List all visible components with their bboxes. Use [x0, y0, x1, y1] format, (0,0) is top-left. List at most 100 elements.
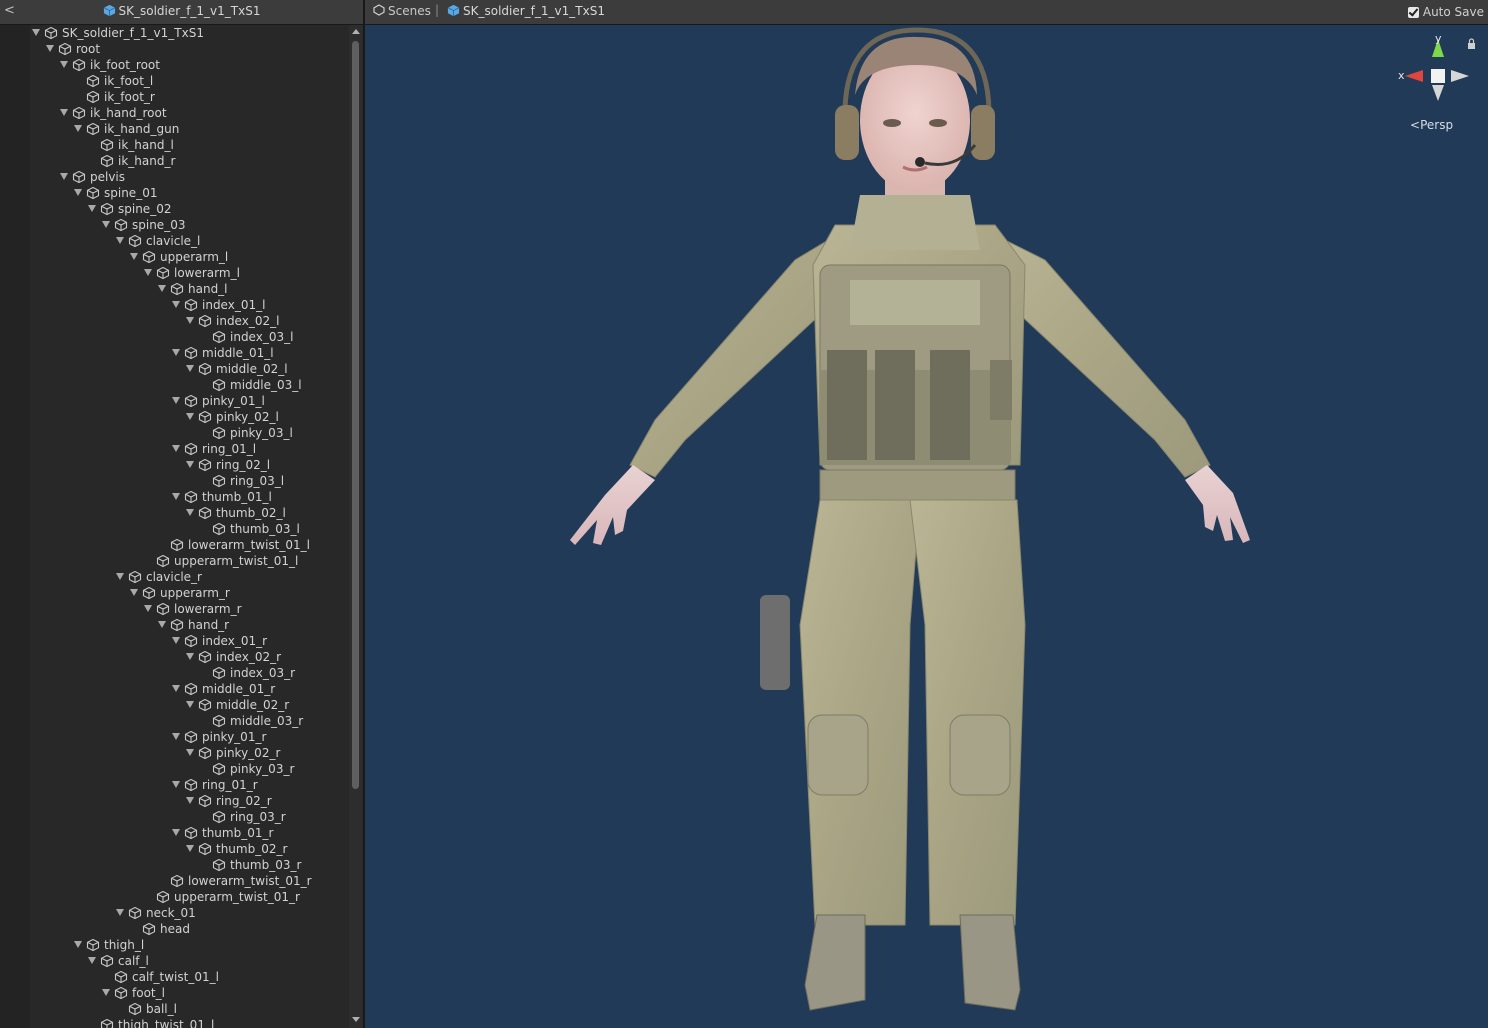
foldout-arrow-icon[interactable] — [74, 125, 82, 132]
hierarchy-row[interactable]: upperarm_r — [30, 585, 348, 601]
foldout-arrow-icon[interactable] — [186, 509, 194, 516]
auto-save-checkbox[interactable] — [1407, 7, 1419, 18]
hierarchy-row[interactable]: ring_02_r — [30, 793, 348, 809]
foldout-arrow-icon[interactable] — [88, 957, 96, 964]
foldout-arrow-icon[interactable] — [186, 317, 194, 324]
gizmo-x-axis-cone[interactable] — [1405, 70, 1423, 82]
hierarchy-row[interactable]: upperarm_twist_01_l — [30, 553, 348, 569]
foldout-arrow-icon[interactable] — [88, 205, 96, 212]
hierarchy-row[interactable]: lowerarm_l — [30, 265, 348, 281]
foldout-arrow-icon[interactable] — [172, 829, 180, 836]
foldout-arrow-icon[interactable] — [186, 797, 194, 804]
foldout-arrow-icon[interactable] — [116, 909, 124, 916]
hierarchy-row[interactable]: foot_l — [30, 985, 348, 1001]
foldout-arrow-icon[interactable] — [172, 637, 180, 644]
hierarchy-row[interactable]: pinky_03_l — [30, 425, 348, 441]
hierarchy-row[interactable]: pinky_02_r — [30, 745, 348, 761]
foldout-arrow-icon[interactable] — [144, 269, 152, 276]
hierarchy-row[interactable]: middle_02_l — [30, 361, 348, 377]
hierarchy-row[interactable]: calf_twist_01_l — [30, 969, 348, 985]
foldout-arrow-icon[interactable] — [172, 397, 180, 404]
hierarchy-row[interactable]: hand_l — [30, 281, 348, 297]
hierarchy-row[interactable]: middle_01_l — [30, 345, 348, 361]
hierarchy-row[interactable]: lowerarm_r — [30, 601, 348, 617]
hierarchy-row[interactable]: middle_03_l — [30, 377, 348, 393]
foldout-arrow-icon[interactable] — [130, 589, 138, 596]
hierarchy-row[interactable]: ik_foot_root — [30, 57, 348, 73]
foldout-arrow-icon[interactable] — [172, 493, 180, 500]
hierarchy-row[interactable]: ik_hand_gun — [30, 121, 348, 137]
hierarchy-row[interactable]: calf_l — [30, 953, 348, 969]
hierarchy-row[interactable]: lowerarm_twist_01_l — [30, 537, 348, 553]
foldout-arrow-icon[interactable] — [172, 301, 180, 308]
gizmo-center-cube[interactable] — [1431, 69, 1445, 83]
scroll-up-arrow-icon[interactable] — [352, 29, 360, 34]
foldout-arrow-icon[interactable] — [102, 989, 110, 996]
hierarchy-row[interactable]: upperarm_twist_01_r — [30, 889, 348, 905]
foldout-arrow-icon[interactable] — [186, 749, 194, 756]
hierarchy-row[interactable]: head — [30, 921, 348, 937]
foldout-arrow-icon[interactable] — [186, 461, 194, 468]
scene-viewport[interactable]: y x <Persp — [365, 25, 1488, 1028]
gizmo-neg-x-axis-cone[interactable] — [1451, 70, 1469, 82]
lock-icon[interactable] — [1468, 38, 1475, 49]
hierarchy-row[interactable]: thumb_02_l — [30, 505, 348, 521]
hierarchy-row[interactable]: pinky_03_r — [30, 761, 348, 777]
foldout-arrow-icon[interactable] — [144, 605, 152, 612]
hierarchy-row[interactable]: lowerarm_twist_01_r — [30, 873, 348, 889]
auto-save-toggle[interactable]: Auto Save — [1407, 5, 1484, 19]
gizmo-neg-y-axis-cone[interactable] — [1432, 85, 1444, 101]
hierarchy-row[interactable]: pinky_01_l — [30, 393, 348, 409]
foldout-arrow-icon[interactable] — [186, 365, 194, 372]
hierarchy-row[interactable]: middle_01_r — [30, 681, 348, 697]
foldout-arrow-icon[interactable] — [186, 701, 194, 708]
foldout-arrow-icon[interactable] — [172, 733, 180, 740]
hierarchy-row[interactable]: index_03_l — [30, 329, 348, 345]
foldout-arrow-icon[interactable] — [116, 573, 124, 580]
foldout-arrow-icon[interactable] — [130, 253, 138, 260]
foldout-arrow-icon[interactable] — [32, 29, 40, 36]
breadcrumb-prefab[interactable]: SK_soldier_f_1_v1_TxS1 — [447, 4, 605, 18]
foldout-arrow-icon[interactable] — [74, 941, 82, 948]
hierarchy-row[interactable]: pelvis — [30, 169, 348, 185]
hierarchy-row[interactable]: ik_hand_l — [30, 137, 348, 153]
foldout-arrow-icon[interactable] — [158, 285, 166, 292]
foldout-arrow-icon[interactable] — [158, 621, 166, 628]
scroll-down-arrow-icon[interactable] — [352, 1017, 360, 1022]
foldout-arrow-icon[interactable] — [60, 109, 68, 116]
hierarchy-row[interactable]: middle_02_r — [30, 697, 348, 713]
hierarchy-row[interactable]: thigh_twist_01_l — [30, 1017, 348, 1028]
foldout-arrow-icon[interactable] — [102, 221, 110, 228]
foldout-arrow-icon[interactable] — [46, 45, 54, 52]
hierarchy-row[interactable]: ik_foot_l — [30, 73, 348, 89]
hierarchy-row[interactable]: upperarm_l — [30, 249, 348, 265]
hierarchy-row[interactable]: spine_01 — [30, 185, 348, 201]
hierarchy-row[interactable]: SK_soldier_f_1_v1_TxS1 — [30, 25, 348, 41]
foldout-arrow-icon[interactable] — [60, 61, 68, 68]
hierarchy-row[interactable]: pinky_01_r — [30, 729, 348, 745]
breadcrumb-scenes[interactable]: Scenes — [373, 4, 431, 18]
hierarchy-row[interactable]: index_01_l — [30, 297, 348, 313]
foldout-arrow-icon[interactable] — [116, 237, 124, 244]
hierarchy-row[interactable]: ik_hand_root — [30, 105, 348, 121]
hierarchy-row[interactable]: root — [30, 41, 348, 57]
foldout-arrow-icon[interactable] — [60, 173, 68, 180]
hierarchy-row[interactable]: thumb_01_l — [30, 489, 348, 505]
hierarchy-row[interactable]: hand_r — [30, 617, 348, 633]
hierarchy-row[interactable]: ring_03_r — [30, 809, 348, 825]
projection-toggle[interactable]: <Persp — [1410, 118, 1453, 132]
hierarchy-row[interactable]: ring_01_l — [30, 441, 348, 457]
hierarchy-row[interactable]: index_03_r — [30, 665, 348, 681]
hierarchy-row[interactable]: ring_01_r — [30, 777, 348, 793]
hierarchy-row[interactable]: pinky_02_l — [30, 409, 348, 425]
foldout-arrow-icon[interactable] — [186, 653, 194, 660]
hierarchy-row[interactable]: thumb_03_r — [30, 857, 348, 873]
hierarchy-row[interactable]: middle_03_r — [30, 713, 348, 729]
hierarchy-row[interactable]: ik_foot_r — [30, 89, 348, 105]
hierarchy-row[interactable]: clavicle_l — [30, 233, 348, 249]
hierarchy-row[interactable]: thumb_03_l — [30, 521, 348, 537]
hierarchy-row[interactable]: spine_03 — [30, 217, 348, 233]
hierarchy-row[interactable]: index_02_l — [30, 313, 348, 329]
hierarchy-tree[interactable]: SK_soldier_f_1_v1_TxS1 root ik_foot_root ik… — [30, 25, 348, 1028]
hierarchy-row[interactable]: ring_03_l — [30, 473, 348, 489]
